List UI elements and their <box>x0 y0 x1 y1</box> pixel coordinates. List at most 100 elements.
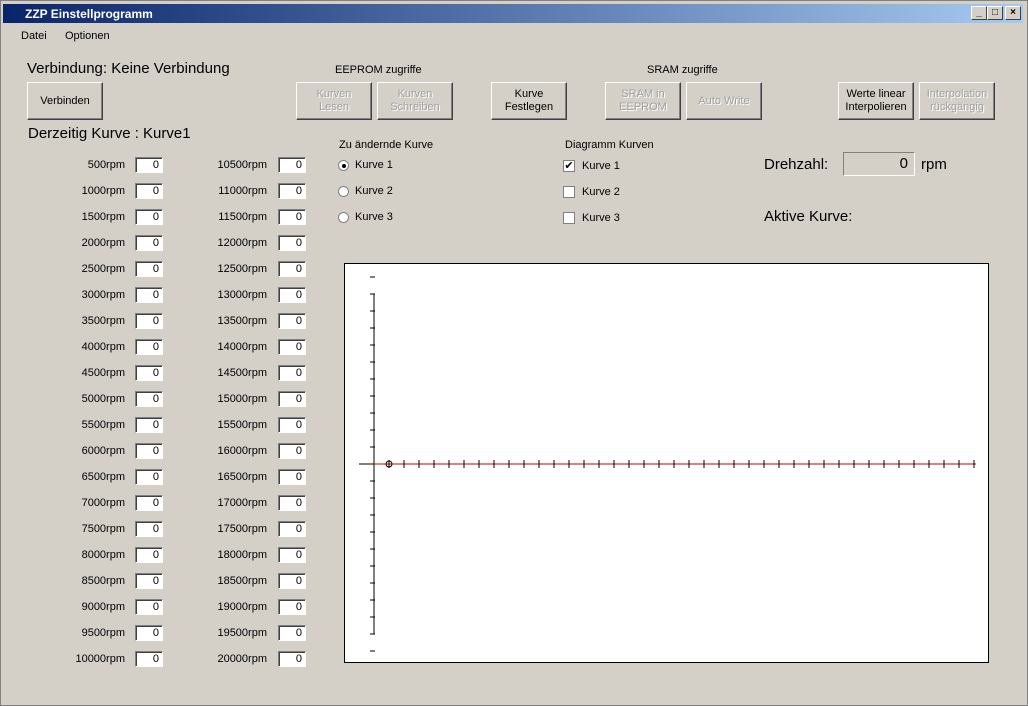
value-input[interactable]: 0 <box>278 157 306 173</box>
werte-linear-button[interactable]: Werte linear Interpolieren <box>838 82 914 120</box>
interpolation-undo-button[interactable]: Interpolation rückgängig <box>919 82 995 120</box>
value-input[interactable]: 0 <box>278 365 306 381</box>
main-window: ZZP Einstellprogramm _ □ × Datei Optione… <box>0 0 1028 706</box>
value-input[interactable]: 0 <box>135 235 163 251</box>
value-input[interactable]: 0 <box>135 547 163 563</box>
diagram-checkbox-label: Kurve 1 <box>582 160 620 172</box>
eeprom-header: EEPROM zugriffe <box>335 64 422 76</box>
rpm-label: 13500rpm <box>217 315 267 327</box>
rpm-label: 1000rpm <box>81 185 125 197</box>
value-input[interactable]: 0 <box>278 625 306 641</box>
diagram-checkbox-3[interactable] <box>563 212 575 224</box>
rpm-label: 8000rpm <box>81 549 125 561</box>
rpm-label: 17500rpm <box>217 523 267 535</box>
rpm-label: 11500rpm <box>218 211 267 223</box>
value-input[interactable]: 0 <box>278 521 306 537</box>
drehzahl-unit: rpm <box>921 156 947 173</box>
curve-radio-1[interactable] <box>338 160 349 171</box>
kurven-schreiben-button[interactable]: Kurven Schreiben <box>377 82 453 120</box>
value-input[interactable]: 0 <box>278 651 306 667</box>
rpm-label: 2500rpm <box>81 263 125 275</box>
maximize-icon[interactable]: □ <box>987 6 1003 20</box>
curve-radio-2[interactable] <box>338 186 349 197</box>
curve-plot-svg <box>359 276 976 652</box>
value-input[interactable]: 0 <box>135 391 163 407</box>
value-input[interactable]: 0 <box>135 417 163 433</box>
value-input[interactable]: 0 <box>278 235 306 251</box>
rpm-label: 9000rpm <box>81 601 125 613</box>
rpm-label: 10000rpm <box>75 653 125 665</box>
rpm-label: 11000rpm <box>218 185 267 197</box>
rpm-label: 500rpm <box>87 159 125 171</box>
rpm-label: 20000rpm <box>217 653 267 665</box>
minimize-icon[interactable]: _ <box>971 6 987 20</box>
diagram-checkbox-1[interactable]: ✔ <box>563 160 575 172</box>
value-input[interactable]: 0 <box>135 339 163 355</box>
value-input[interactable]: 0 <box>278 261 306 277</box>
rpm-label: 19500rpm <box>217 627 267 639</box>
value-input[interactable]: 0 <box>135 599 163 615</box>
value-input[interactable]: 0 <box>278 391 306 407</box>
value-input[interactable]: 0 <box>278 313 306 329</box>
rpm-label: 4500rpm <box>81 367 125 379</box>
diagram-checkbox-label: Kurve 2 <box>582 186 620 198</box>
sram-header: SRAM zugriffe <box>647 64 718 76</box>
rpm-label: 6000rpm <box>81 445 125 457</box>
connection-status: Verbindung: Keine Verbindung <box>27 60 230 77</box>
value-input[interactable]: 0 <box>278 417 306 433</box>
diagram-checkbox-2[interactable] <box>563 186 575 198</box>
value-input[interactable]: 0 <box>278 547 306 563</box>
value-input[interactable]: 0 <box>135 443 163 459</box>
close-icon[interactable]: × <box>1005 6 1021 20</box>
value-input[interactable]: 0 <box>135 651 163 667</box>
value-input[interactable]: 0 <box>135 469 163 485</box>
menu-bar: Datei Optionen <box>3 25 1023 45</box>
value-input[interactable]: 0 <box>135 209 163 225</box>
value-input[interactable]: 0 <box>278 183 306 199</box>
value-input[interactable]: 0 <box>135 573 163 589</box>
rpm-label: 7500rpm <box>81 523 125 535</box>
auto-write-button[interactable]: Auto Write <box>686 82 762 120</box>
value-input[interactable]: 0 <box>278 209 306 225</box>
rpm-label: 18000rpm <box>217 549 267 561</box>
rpm-label: 4000rpm <box>81 341 125 353</box>
value-input[interactable]: 0 <box>135 261 163 277</box>
sram-eeprom-button[interactable]: SRAM in EEPROM <box>605 82 681 120</box>
curve-select-header: Zu ändernde Kurve <box>339 139 434 151</box>
diagram-checkbox-label: Kurve 3 <box>582 212 620 224</box>
value-input[interactable]: 0 <box>135 183 163 199</box>
value-input[interactable]: 0 <box>278 443 306 459</box>
value-input[interactable]: 0 <box>135 521 163 537</box>
value-input[interactable]: 0 <box>278 287 306 303</box>
rpm-label: 9500rpm <box>81 627 125 639</box>
menu-datei[interactable]: Datei <box>21 30 47 42</box>
value-input[interactable]: 0 <box>135 157 163 173</box>
value-input[interactable]: 0 <box>135 287 163 303</box>
value-input[interactable]: 0 <box>278 599 306 615</box>
value-input[interactable]: 0 <box>278 495 306 511</box>
rpm-label: 14500rpm <box>217 367 267 379</box>
value-input[interactable]: 0 <box>135 625 163 641</box>
value-input[interactable]: 0 <box>135 313 163 329</box>
verbinden-button[interactable]: Verbinden <box>27 82 103 120</box>
kurve-festlegen-button[interactable]: Kurve Festlegen <box>491 82 567 120</box>
rpm-label: 3000rpm <box>81 289 125 301</box>
curve-radio-label: Kurve 2 <box>355 185 393 197</box>
rpm-label: 17000rpm <box>217 497 267 509</box>
curve-radio-3[interactable] <box>338 212 349 223</box>
drehzahl-label: Drehzahl: <box>764 156 829 173</box>
diagram-header: Diagramm Kurven <box>565 139 654 151</box>
value-input[interactable]: 0 <box>135 495 163 511</box>
value-input[interactable]: 0 <box>135 365 163 381</box>
rpm-label: 1500rpm <box>81 211 125 223</box>
rpm-label: 16000rpm <box>217 445 267 457</box>
value-input[interactable]: 0 <box>278 339 306 355</box>
title-bar: ZZP Einstellprogramm _ □ × <box>3 4 1023 23</box>
curve-plot <box>344 263 989 663</box>
kurven-lesen-button[interactable]: Kurven Lesen <box>296 82 372 120</box>
rpm-label: 3500rpm <box>81 315 125 327</box>
value-input[interactable]: 0 <box>278 573 306 589</box>
rpm-label: 15000rpm <box>217 393 267 405</box>
menu-optionen[interactable]: Optionen <box>65 30 110 42</box>
value-input[interactable]: 0 <box>278 469 306 485</box>
